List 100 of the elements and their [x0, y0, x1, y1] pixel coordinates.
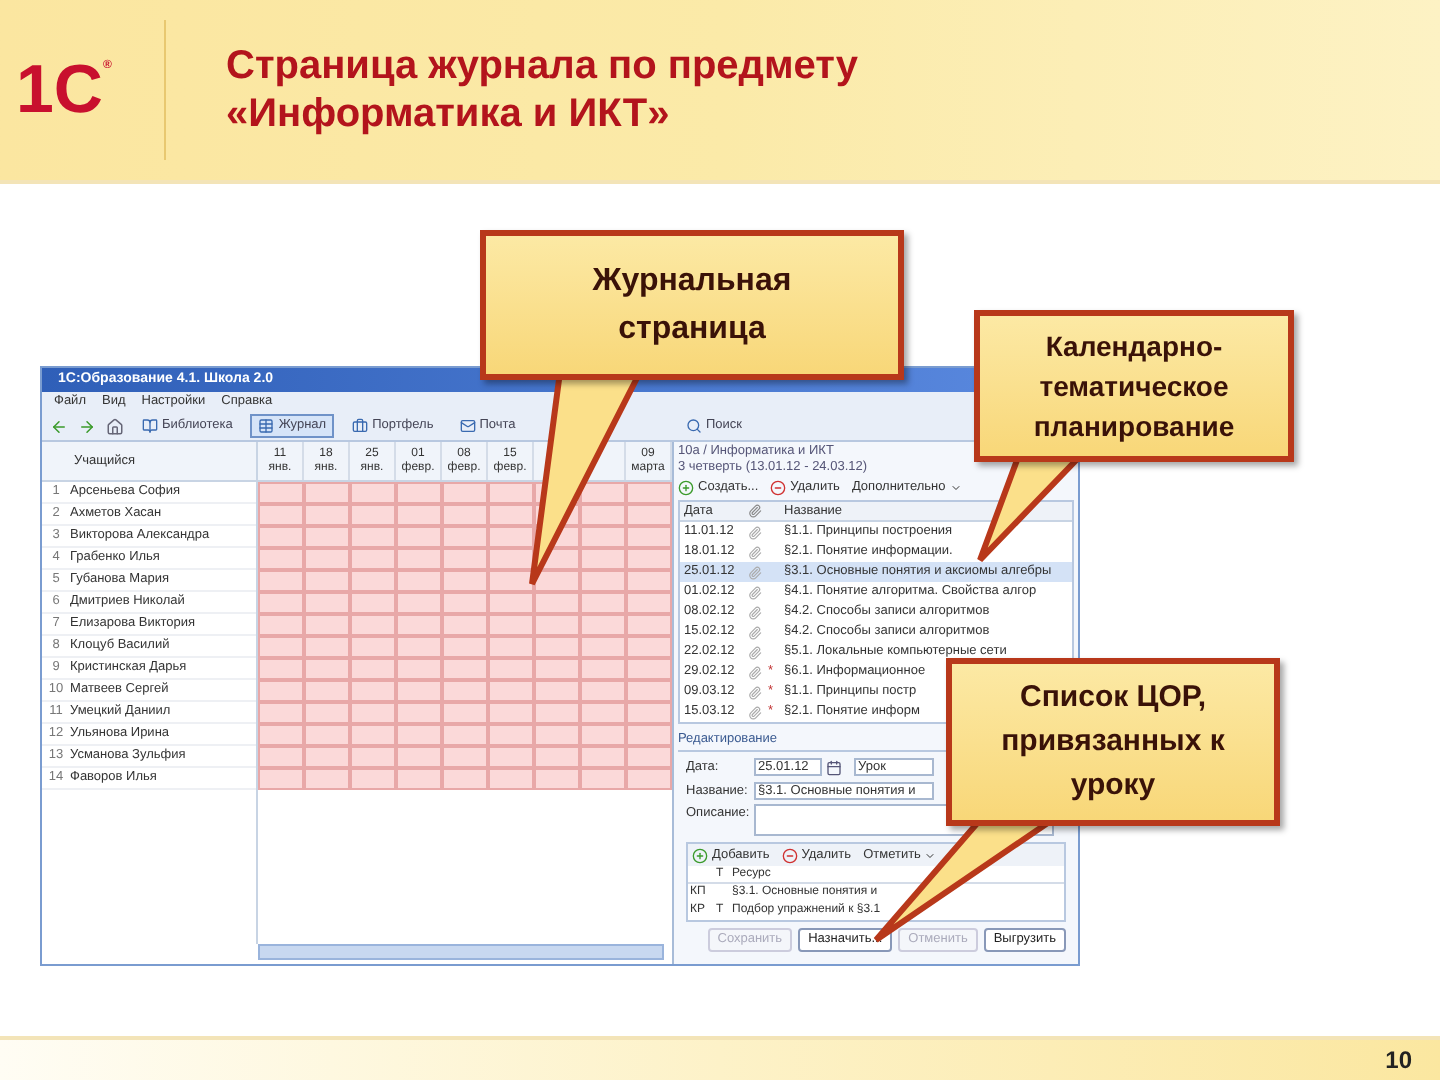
grade-cell[interactable]: [396, 570, 442, 592]
grade-cell[interactable]: [626, 746, 672, 768]
grade-cell[interactable]: [442, 702, 488, 724]
grade-cell[interactable]: [488, 592, 534, 614]
grade-cell[interactable]: [580, 680, 626, 702]
grade-cell[interactable]: [580, 768, 626, 790]
grade-cell[interactable]: [580, 482, 626, 504]
grade-cell[interactable]: [304, 702, 350, 724]
grade-cell[interactable]: [534, 768, 580, 790]
grade-cell[interactable]: [304, 570, 350, 592]
grade-cell[interactable]: [396, 746, 442, 768]
grade-cell[interactable]: [396, 658, 442, 680]
grade-cell[interactable]: [350, 702, 396, 724]
grade-cell[interactable]: [488, 658, 534, 680]
grade-cell[interactable]: [350, 724, 396, 746]
grade-cell[interactable]: [534, 746, 580, 768]
grade-cell[interactable]: [488, 680, 534, 702]
grade-cell[interactable]: [258, 482, 304, 504]
grade-cell[interactable]: [258, 592, 304, 614]
grade-cell[interactable]: [488, 724, 534, 746]
grade-cell[interactable]: [580, 746, 626, 768]
grade-cell[interactable]: [350, 680, 396, 702]
grade-cell[interactable]: [534, 636, 580, 658]
grade-cell[interactable]: [626, 702, 672, 724]
grade-cell[interactable]: [350, 614, 396, 636]
grade-cell[interactable]: [258, 504, 304, 526]
grade-cell[interactable]: [396, 702, 442, 724]
home-icon[interactable]: [106, 417, 124, 435]
grade-cell[interactable]: [304, 592, 350, 614]
grade-cell[interactable]: [396, 768, 442, 790]
grade-cell[interactable]: [396, 504, 442, 526]
grade-cell[interactable]: [534, 614, 580, 636]
grade-cell[interactable]: [258, 658, 304, 680]
grade-cell[interactable]: [488, 482, 534, 504]
grade-cell[interactable]: [534, 658, 580, 680]
grade-cell[interactable]: [304, 680, 350, 702]
grade-cell[interactable]: [580, 724, 626, 746]
grade-cell[interactable]: [534, 592, 580, 614]
grade-cell[interactable]: [350, 482, 396, 504]
grade-cell[interactable]: [442, 482, 488, 504]
grade-cell[interactable]: [304, 482, 350, 504]
grade-cell[interactable]: [488, 526, 534, 548]
grade-cell[interactable]: [626, 592, 672, 614]
grade-cell[interactable]: [304, 768, 350, 790]
grade-cell[interactable]: [580, 570, 626, 592]
grade-cell[interactable]: [258, 702, 304, 724]
grade-cell[interactable]: [580, 526, 626, 548]
grade-cell[interactable]: [488, 636, 534, 658]
grade-cell[interactable]: [580, 636, 626, 658]
grade-cell[interactable]: [442, 570, 488, 592]
grade-cell[interactable]: [442, 614, 488, 636]
grade-cell[interactable]: [626, 504, 672, 526]
grade-cell[interactable]: [442, 680, 488, 702]
grade-cell[interactable]: [304, 504, 350, 526]
grade-cell[interactable]: [442, 658, 488, 680]
grade-cell[interactable]: [396, 680, 442, 702]
grade-cell[interactable]: [442, 768, 488, 790]
grade-cell[interactable]: [626, 548, 672, 570]
grade-cell[interactable]: [258, 526, 304, 548]
grade-cell[interactable]: [580, 702, 626, 724]
grade-cell[interactable]: [488, 570, 534, 592]
grade-cell[interactable]: [258, 548, 304, 570]
horizontal-scrollbar[interactable]: [258, 944, 664, 960]
grade-cell[interactable]: [304, 548, 350, 570]
grade-cell[interactable]: [626, 768, 672, 790]
grade-cell[interactable]: [626, 614, 672, 636]
grade-cell[interactable]: [442, 636, 488, 658]
grade-cell[interactable]: [396, 614, 442, 636]
calendar-icon[interactable]: [826, 759, 842, 776]
grade-cell[interactable]: [626, 526, 672, 548]
grade-cell[interactable]: [258, 746, 304, 768]
grade-cell[interactable]: [580, 658, 626, 680]
grade-cell[interactable]: [304, 724, 350, 746]
grade-cell[interactable]: [488, 504, 534, 526]
grade-cell[interactable]: [442, 592, 488, 614]
grade-cell[interactable]: [534, 570, 580, 592]
back-icon[interactable]: [50, 417, 68, 435]
grade-cell[interactable]: [442, 724, 488, 746]
grade-cell[interactable]: [488, 746, 534, 768]
grade-cell[interactable]: [534, 702, 580, 724]
grade-cell[interactable]: [350, 746, 396, 768]
grade-cell[interactable]: [304, 658, 350, 680]
grade-cell[interactable]: [534, 680, 580, 702]
grade-cell[interactable]: [626, 570, 672, 592]
grade-cell[interactable]: [396, 636, 442, 658]
grade-cell[interactable]: [350, 570, 396, 592]
grade-cell[interactable]: [258, 724, 304, 746]
grade-cell[interactable]: [396, 724, 442, 746]
grade-cell[interactable]: [396, 482, 442, 504]
grade-cell[interactable]: [396, 592, 442, 614]
grade-cell[interactable]: [350, 548, 396, 570]
grade-cell[interactable]: [258, 680, 304, 702]
grade-cell[interactable]: [580, 504, 626, 526]
grade-cell[interactable]: [580, 548, 626, 570]
grade-cell[interactable]: [304, 614, 350, 636]
grade-cell[interactable]: [442, 504, 488, 526]
grade-cell[interactable]: [258, 636, 304, 658]
grade-cell[interactable]: [350, 526, 396, 548]
grade-cell[interactable]: [258, 614, 304, 636]
grade-cell[interactable]: [626, 636, 672, 658]
